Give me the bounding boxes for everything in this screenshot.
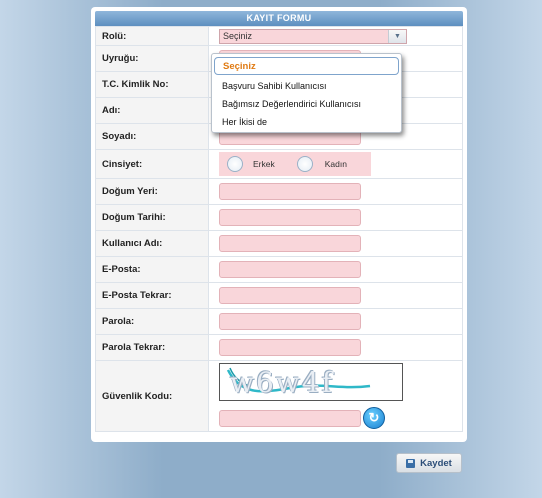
email-label: E-Posta: bbox=[95, 256, 209, 283]
gender-radio-group: Erkek Kadın bbox=[219, 152, 371, 176]
role-select-value: Seçiniz bbox=[223, 30, 253, 41]
email-repeat-field[interactable] bbox=[219, 287, 361, 304]
password-label: Parola: bbox=[95, 308, 209, 335]
refresh-icon[interactable]: ↻ bbox=[363, 407, 385, 429]
form-row-birth-date: Doğum Tarihi: bbox=[95, 204, 463, 231]
password-repeat-field[interactable] bbox=[219, 339, 361, 356]
role-label: Rolü: bbox=[95, 26, 209, 46]
captcha-label: Güvenlik Kodu: bbox=[95, 360, 209, 432]
form-row-captcha: Güvenlik Kodu: w6w4f ↻ bbox=[95, 360, 463, 432]
form-row-birth-place: Doğum Yeri: bbox=[95, 178, 463, 205]
password-field[interactable] bbox=[219, 313, 361, 330]
role-select[interactable]: Seçiniz ▼ bbox=[219, 28, 407, 44]
tc-id-label: T.C. Kimlik No: bbox=[95, 71, 209, 98]
role-dropdown-menu: Seçiniz Başvuru Sahibi Kullanıcısı Bağım… bbox=[211, 53, 402, 133]
form-title: KAYIT FORMU bbox=[95, 11, 463, 26]
captcha-field[interactable] bbox=[219, 409, 361, 427]
captcha-text: w6w4f bbox=[230, 366, 334, 399]
form-row-role: Rolü: Seçiniz ▼ bbox=[95, 26, 463, 46]
gender-option-female: Kadın bbox=[324, 159, 347, 169]
gender-radio-male[interactable] bbox=[227, 156, 243, 172]
role-option-evaluator[interactable]: Bağımsız Değerlendirici Kullanıcısı bbox=[214, 95, 399, 113]
form-row-password-repeat: Parola Tekrar: bbox=[95, 334, 463, 361]
first-name-label: Adı: bbox=[95, 97, 209, 124]
form-row-username: Kullanıcı Adı: bbox=[95, 230, 463, 257]
form-row-email: E-Posta: bbox=[95, 256, 463, 283]
captcha-image: w6w4f bbox=[219, 363, 403, 401]
birth-date-label: Doğum Tarihi: bbox=[95, 204, 209, 231]
gender-radio-female[interactable] bbox=[296, 156, 313, 172]
birth-place-field[interactable] bbox=[219, 183, 361, 200]
save-button[interactable]: Kaydet bbox=[396, 453, 462, 473]
gender-option-male: Erkek bbox=[253, 159, 275, 169]
nationality-label: Uyruğu: bbox=[95, 45, 209, 72]
role-option-applicant[interactable]: Başvuru Sahibi Kullanıcısı bbox=[214, 77, 399, 95]
save-icon bbox=[406, 458, 416, 468]
username-label: Kullanıcı Adı: bbox=[95, 230, 209, 257]
form-row-password: Parola: bbox=[95, 308, 463, 335]
role-option-select[interactable]: Seçiniz bbox=[214, 57, 399, 75]
form-row-gender: Cinsiyet: Erkek Kadın bbox=[95, 149, 463, 179]
birth-place-label: Doğum Yeri: bbox=[95, 178, 209, 205]
role-option-both[interactable]: Her İkisi de bbox=[214, 113, 399, 131]
password-repeat-label: Parola Tekrar: bbox=[95, 334, 209, 361]
email-field[interactable] bbox=[219, 261, 361, 278]
gender-label: Cinsiyet: bbox=[95, 149, 209, 179]
save-button-label: Kaydet bbox=[420, 457, 452, 469]
birth-date-field[interactable] bbox=[219, 209, 361, 226]
username-field[interactable] bbox=[219, 235, 361, 252]
last-name-label: Soyadı: bbox=[95, 123, 209, 150]
form-row-email-repeat: E-Posta Tekrar: bbox=[95, 282, 463, 309]
chevron-down-icon[interactable]: ▼ bbox=[388, 29, 406, 43]
email-repeat-label: E-Posta Tekrar: bbox=[95, 282, 209, 309]
